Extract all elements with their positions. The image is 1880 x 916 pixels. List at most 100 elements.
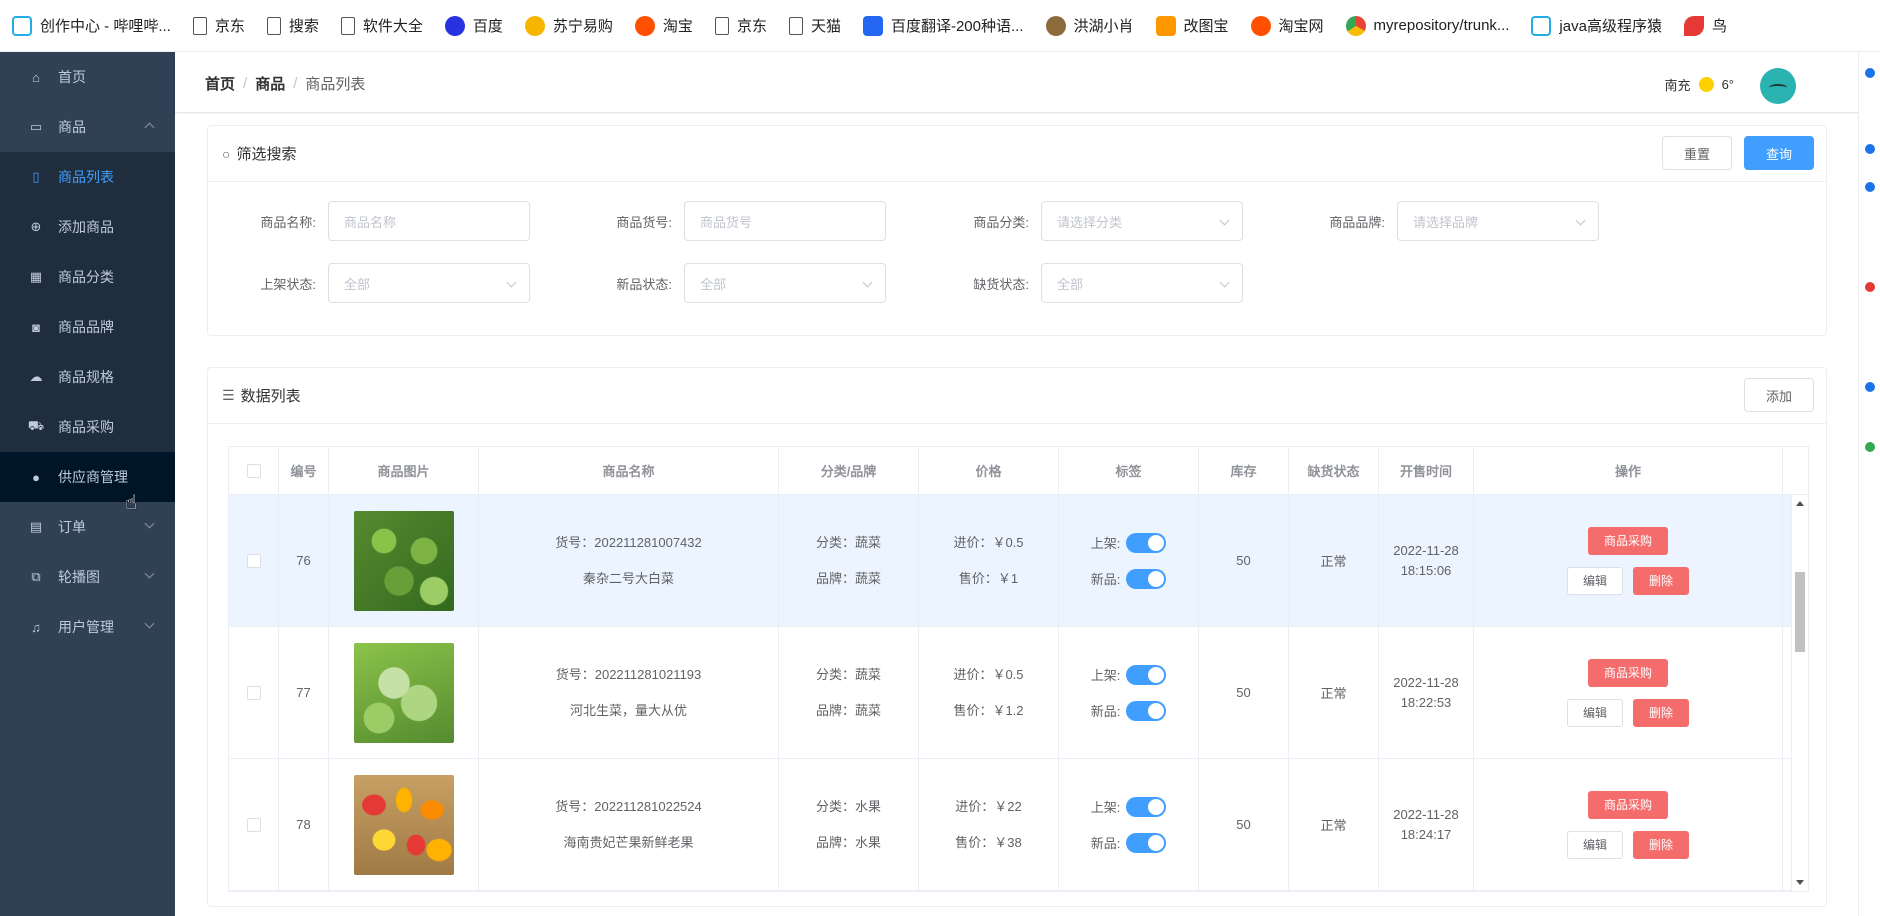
sale-price: 售价：￥1 [958,570,1019,586]
edit-button[interactable]: 编辑 [1567,698,1623,727]
column-header: 操作 [1474,447,1783,494]
stock-status-select[interactable]: 全部 [1041,263,1243,303]
bookmark-item[interactable]: 京东 [192,15,245,36]
scroll-down-icon[interactable] [1796,880,1804,885]
purchase-button[interactable]: 商品采购 [1588,526,1668,555]
select-all-checkbox[interactable] [246,463,261,478]
row-checkbox[interactable] [246,553,261,568]
avatar[interactable] [1760,68,1796,104]
publish-switch[interactable] [1126,532,1167,553]
select-value: 全部 [344,276,371,292]
sale-price: 售价：￥38 [955,834,1022,850]
bookmark-label: 淘宝网 [1278,18,1324,35]
scroll-up-icon[interactable] [1796,501,1804,506]
new-status-select[interactable]: 全部 [684,263,886,303]
sidebar-item-product-brand[interactable]: ◙ 商品品牌 [0,302,175,352]
bookmark-label: 洪湖小肖 [1073,18,1134,35]
bookmark-item[interactable]: 搜索 [266,15,319,36]
chevron-down-icon [144,518,155,529]
new-switch[interactable] [1126,568,1167,589]
breadcrumb-product[interactable]: 商品 [255,73,285,94]
bookmark-item[interactable]: 百度翻译-200种语... [862,15,1024,36]
new-switch[interactable] [1126,700,1167,721]
plus-circle-icon: ⊕ [30,219,42,234]
breadcrumb-home[interactable]: 首页 [205,73,235,94]
publish-status-select[interactable]: 全部 [328,263,530,303]
new-switch[interactable] [1126,832,1167,853]
weather-city: 南充 [1664,78,1691,93]
sidebar-item-user-management[interactable]: ♫ 用户管理 [0,602,175,652]
product-category-select[interactable]: 请选择分类 [1041,201,1243,241]
bookmark-label: 天猫 [810,18,841,35]
order-icon: ▤ [29,519,43,534]
sale-time: 18:22:53 [1400,694,1452,710]
bookmark-label: 京东 [214,18,245,35]
column-header: 分类/品牌 [779,447,919,494]
sidebar-item-product[interactable]: ▭ 商品 [0,102,175,152]
sidebar-item-product-purchase[interactable]: ⛟ 商品采购 [0,402,175,452]
table-row[interactable]: 76 货号：202211281007432 秦杂二号大白菜 分类：蔬菜 品牌：蔬… [229,495,1808,627]
purchase-button[interactable]: 商品采购 [1588,658,1668,687]
bookmark-item[interactable]: 天猫 [788,15,841,36]
table-row[interactable]: 78 货号：202211281022524 海南贵妃芒果新鲜老果 分类：水果 品… [229,759,1808,891]
carousel-icon: ⧉ [31,569,41,584]
sidebar-item-product-category[interactable]: ▦ 商品分类 [0,252,175,302]
table-scrollbar[interactable] [1791,495,1808,891]
bookmark-item[interactable]: 百度 [444,15,503,36]
row-checkbox[interactable] [246,685,261,700]
sidebar-item-home[interactable]: ⌂ 首页 [0,52,175,102]
bookmark-item[interactable]: 苏宁易购 [524,15,613,36]
publish-switch[interactable] [1126,664,1167,685]
sidebar-item-label: 用户管理 [58,619,114,635]
edit-button[interactable]: 编辑 [1567,566,1623,595]
sidebar-item-order[interactable]: ▤ 订单 [0,502,175,552]
add-button[interactable]: 添加 [1744,378,1814,412]
bookmark-item[interactable]: myrepository/trunk... [1345,15,1509,36]
sidebar-item-supplier[interactable]: ● 供应商管理 [0,452,175,502]
bookmark-item[interactable]: 鸟 [1683,15,1727,36]
product-name-input[interactable]: 商品名称 [328,201,530,241]
bookmark-item[interactable]: java高级程序猿 [1531,15,1662,36]
delete-button[interactable]: 删除 [1633,830,1689,859]
bookmark-item[interactable]: 洪湖小肖 [1045,15,1134,36]
product-brand-label: 商品品牌: [1329,214,1385,230]
bookmark-item[interactable]: 淘宝 [634,15,693,36]
sidebar-item-product-list[interactable]: ▯ 商品列表 [0,152,175,202]
product-brand-select[interactable]: 请选择品牌 [1397,201,1599,241]
product-id: 77 [279,627,329,758]
chevron-down-icon [1575,215,1586,226]
bookmark-item[interactable]: 软件大全 [340,15,423,36]
trash-icon: ▯ [32,169,40,184]
row-checkbox[interactable] [246,817,261,832]
product-sn-input[interactable]: 商品货号 [684,201,886,241]
stock-status: 正常 [1289,495,1379,626]
product-category: 分类：水果 [815,798,881,814]
filter-card-header: ○ 筛选搜索 重置 查询 [208,126,1826,182]
delete-button[interactable]: 删除 [1633,698,1689,727]
query-button[interactable]: 查询 [1744,136,1814,170]
bookmark-label: java高级程序猿 [1559,18,1662,35]
bookmark-item[interactable]: 改图宝 [1155,15,1229,36]
top-navbar: 首页 / 商品 / 商品列表 南充 6° [175,52,1858,113]
bookmark-label: 创作中心 - 哔哩哔... [40,18,171,35]
sidebar-item-carousel[interactable]: ⧉ 轮播图 [0,552,175,602]
sidebar-item-product-spec[interactable]: ☁ 商品规格 [0,352,175,402]
bookmark-item[interactable]: 创作中心 - 哔哩哔... [12,15,171,36]
table-row[interactable]: 77 货号：202211281021193 河北生菜，量大从优 分类：蔬菜 品牌… [229,627,1808,759]
product-name: 河北生菜，量大从优 [569,702,687,718]
bookmark-label: 改图宝 [1183,18,1229,35]
delete-button[interactable]: 删除 [1633,566,1689,595]
bookmark-item[interactable]: 淘宝网 [1250,15,1324,36]
scrollbar-thumb[interactable] [1795,572,1805,652]
sidebar-item-label: 商品分类 [58,269,114,285]
sidebar-item-add-product[interactable]: ⊕ 添加商品 [0,202,175,252]
sidebar-item-label: 轮播图 [58,569,100,585]
publish-switch[interactable] [1126,796,1167,817]
table-header: 编号 商品图片 商品名称 分类/品牌 价格 标签 库存 缺货状态 开售时间 操作 [229,447,1808,495]
bookmark-item[interactable]: 京东 [714,15,767,36]
product-id: 76 [279,495,329,626]
edit-button[interactable]: 编辑 [1567,830,1623,859]
purchase-button[interactable]: 商品采购 [1588,790,1668,819]
reset-button[interactable]: 重置 [1662,136,1732,170]
home-icon: ⌂ [32,69,40,85]
